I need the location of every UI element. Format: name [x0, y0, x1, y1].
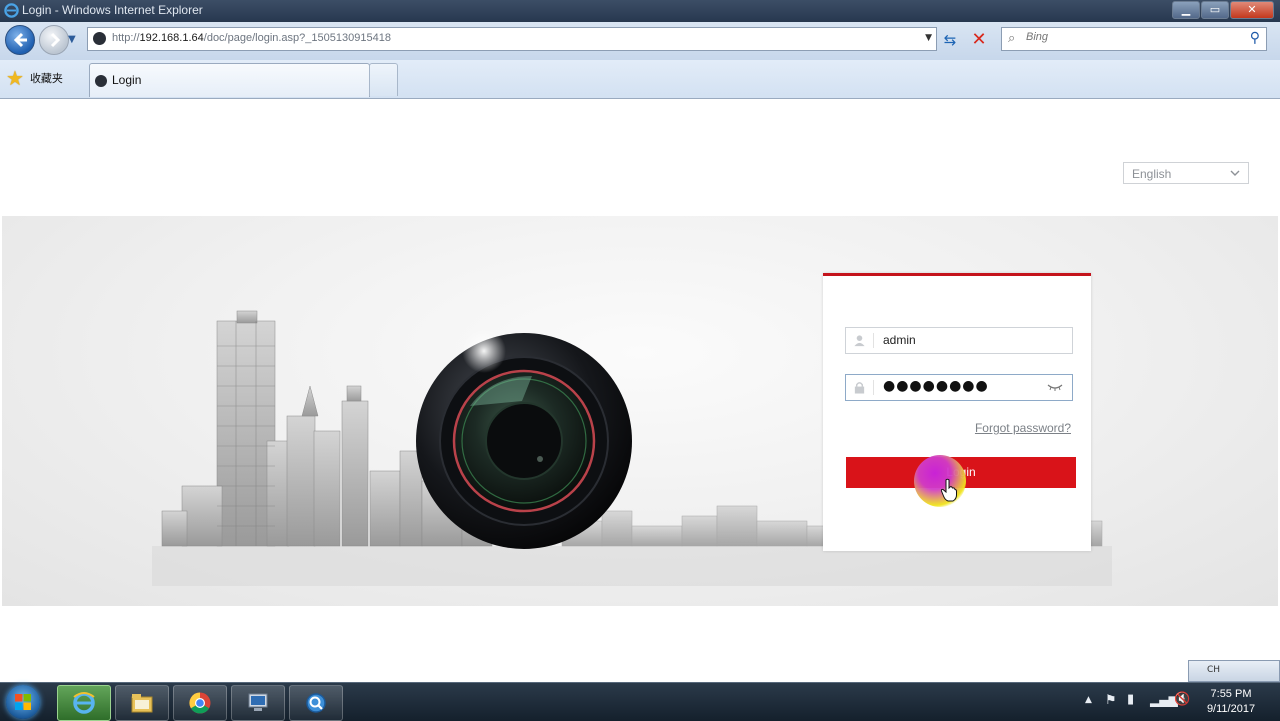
back-button[interactable]: [5, 25, 35, 55]
tab-row: ★ 收藏夹 Login: [0, 60, 1280, 99]
language-indicator: CH: [1207, 665, 1221, 675]
password-value: ●●●●●●●●: [883, 378, 989, 394]
show-hidden-icons-icon[interactable]: ▲: [1085, 695, 1092, 705]
close-button[interactable]: ✕: [1230, 1, 1274, 19]
page-content: English admin ●●●●●●●● Forgot password?: [2, 99, 1278, 682]
chrome-icon: [189, 692, 211, 714]
taskbar-chrome[interactable]: [173, 685, 227, 721]
language-bar[interactable]: CH: [1188, 660, 1280, 682]
clock-time: 7:55 PM: [1210, 688, 1252, 700]
internet-explorer-icon: [4, 3, 19, 18]
tab-favicon-icon: [95, 75, 107, 87]
tab-login[interactable]: Login: [89, 63, 370, 97]
computer-icon: [248, 693, 268, 711]
recent-pages-dropdown-icon[interactable]: ▼: [68, 34, 76, 45]
site-favicon-icon: [93, 32, 106, 45]
action-center-flag-icon[interactable]: ⚑: [1105, 693, 1117, 708]
lock-icon: [854, 382, 865, 394]
address-dropdown-icon[interactable]: ▼: [925, 33, 932, 43]
internet-explorer-icon: [73, 692, 95, 714]
taskbar: ▲ ⚑ ▮ ▂▄▆ 🔇 7:55 PM 9/11/2017: [0, 682, 1280, 721]
hand-cursor-icon: [940, 478, 957, 502]
search-provider-icon: ⌕: [1008, 31, 1016, 46]
address-toolbar: ▼ http://192.168.1.64/doc/page/login.asp…: [0, 22, 1280, 60]
window-title: Login - Windows Internet Explorer: [22, 3, 203, 17]
window-title-bar: Login - Windows Internet Explorer ▁ ▭ ✕: [0, 0, 1280, 22]
language-select[interactable]: English: [1123, 162, 1249, 184]
username-value: admin: [883, 333, 916, 347]
username-field[interactable]: admin: [845, 327, 1073, 354]
favorites-label: 收藏夹: [29, 72, 63, 85]
search-input[interactable]: [1024, 30, 1238, 44]
chevron-down-icon: [1230, 170, 1240, 176]
stop-icon[interactable]: ✕: [968, 29, 990, 51]
folder-icon: [131, 694, 153, 713]
start-button[interactable]: [6, 685, 40, 719]
search-box[interactable]: ⌕ ⚲: [1001, 27, 1267, 51]
system-clock[interactable]: 7:55 PM 9/11/2017: [1198, 687, 1264, 717]
minimize-button[interactable]: ▁: [1172, 1, 1200, 19]
taskbar-search-app[interactable]: [289, 685, 343, 721]
favorites-star-icon: ★: [6, 66, 24, 90]
volume-muted-icon[interactable]: 🔇: [1174, 692, 1190, 707]
taskbar-file-explorer[interactable]: [115, 685, 169, 721]
user-icon: [854, 335, 865, 347]
power-icon[interactable]: ▮: [1127, 692, 1134, 707]
taskbar-remote-desktop[interactable]: [231, 685, 285, 721]
magnifier-icon: [306, 693, 326, 713]
forward-arrow-icon: [50, 32, 61, 48]
login-panel: admin ●●●●●●●● Forgot password? Login: [823, 273, 1091, 551]
tab-label: Login: [112, 73, 142, 87]
new-tab-button[interactable]: [369, 63, 398, 96]
url-text[interactable]: http://192.168.1.64/doc/page/login.asp?_…: [112, 32, 391, 44]
password-field[interactable]: ●●●●●●●●: [845, 374, 1073, 401]
favorites-button[interactable]: ★ 收藏夹: [6, 67, 63, 89]
taskbar-internet-explorer[interactable]: [57, 685, 111, 721]
forgot-password-link[interactable]: Forgot password?: [975, 421, 1071, 435]
clock-date: 9/11/2017: [1206, 703, 1256, 715]
forward-button[interactable]: [39, 25, 69, 55]
show-password-eye-icon[interactable]: [1047, 382, 1063, 392]
maximize-button[interactable]: ▭: [1201, 1, 1229, 19]
language-select-value: English: [1132, 167, 1172, 181]
search-icon[interactable]: ⚲: [1250, 30, 1260, 46]
refresh-icon[interactable]: ⇆: [939, 29, 961, 51]
windows-logo-icon: [15, 694, 31, 710]
address-bar[interactable]: http://192.168.1.64/doc/page/login.asp?_…: [87, 27, 937, 51]
back-arrow-icon: [13, 32, 27, 48]
